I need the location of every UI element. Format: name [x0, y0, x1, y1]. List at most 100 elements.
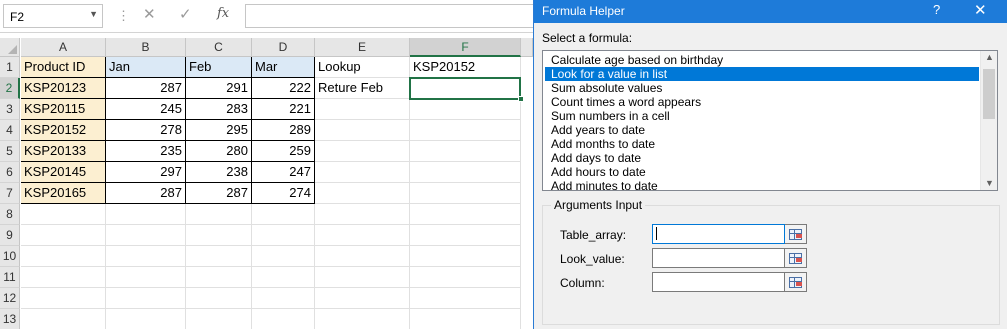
formula-list-item[interactable]: Add days to date [545, 151, 979, 165]
cell-d13[interactable] [252, 309, 315, 329]
cell-a10[interactable] [21, 246, 106, 267]
cell-a3[interactable]: KSP20115 [21, 99, 106, 120]
cell-b8[interactable] [106, 204, 186, 225]
row-header-8[interactable]: 8 [0, 204, 20, 225]
cell-b1[interactable]: Jan [106, 57, 186, 78]
cell-a1[interactable]: Product ID [21, 57, 106, 78]
column-header-b[interactable]: B [106, 38, 186, 57]
cell-e5[interactable] [315, 141, 410, 162]
cell-d4[interactable]: 289 [252, 120, 315, 141]
formula-list-item[interactable]: Add years to date [545, 123, 979, 137]
cell-b5[interactable]: 235 [106, 141, 186, 162]
formula-list[interactable]: Calculate age based on birthday Look for … [542, 50, 998, 191]
formula-input[interactable] [245, 4, 533, 28]
cell-d6[interactable]: 247 [252, 162, 315, 183]
name-box[interactable]: F2 ▼ [3, 4, 103, 28]
column-input[interactable] [652, 272, 785, 292]
cell-e10[interactable] [315, 246, 410, 267]
cell-a5[interactable]: KSP20133 [21, 141, 106, 162]
look-value-input[interactable] [652, 248, 785, 268]
cell-f12[interactable] [410, 288, 521, 309]
cell-c2[interactable]: 291 [186, 78, 252, 99]
cell-d8[interactable] [252, 204, 315, 225]
row-header-12[interactable]: 12 [0, 288, 20, 309]
list-scrollbar[interactable]: ▲ ▼ [980, 51, 997, 190]
row-header-9[interactable]: 9 [0, 225, 20, 246]
cell-c3[interactable]: 283 [186, 99, 252, 120]
column-range-button[interactable] [785, 272, 807, 292]
cell-b2[interactable]: 287 [106, 78, 186, 99]
dialog-title-bar[interactable]: Formula Helper ? ✕ [534, 0, 1007, 23]
column-header-e[interactable]: E [315, 38, 410, 57]
row-header-13[interactable]: 13 [0, 309, 20, 329]
cell-e2[interactable]: Reture Feb [315, 78, 410, 99]
cell-f6[interactable] [410, 162, 521, 183]
chevron-down-icon[interactable]: ▼ [985, 178, 994, 188]
scroll-thumb[interactable] [983, 69, 995, 119]
chevron-up-icon[interactable]: ▲ [985, 52, 994, 62]
cell-c13[interactable] [186, 309, 252, 329]
row-header-1[interactable]: 1 [0, 57, 20, 78]
cell-e4[interactable] [315, 120, 410, 141]
cell-f7[interactable] [410, 183, 521, 204]
cell-d7[interactable]: 274 [252, 183, 315, 204]
cell-d12[interactable] [252, 288, 315, 309]
cell-d11[interactable] [252, 267, 315, 288]
cell-f2[interactable] [410, 78, 521, 99]
cell-e7[interactable] [315, 183, 410, 204]
fill-handle[interactable] [518, 96, 524, 102]
cell-c9[interactable] [186, 225, 252, 246]
cell-c5[interactable]: 280 [186, 141, 252, 162]
cell-c11[interactable] [186, 267, 252, 288]
cell-a11[interactable] [21, 267, 106, 288]
cell-e9[interactable] [315, 225, 410, 246]
cell-d9[interactable] [252, 225, 315, 246]
cell-f4[interactable] [410, 120, 521, 141]
enter-icon[interactable]: ✓ [179, 5, 192, 23]
cell-e3[interactable] [315, 99, 410, 120]
cell-f11[interactable] [410, 267, 521, 288]
cell-c8[interactable] [186, 204, 252, 225]
cell-f3[interactable] [410, 99, 521, 120]
cell-c1[interactable]: Feb [186, 57, 252, 78]
chevron-down-icon[interactable]: ▼ [89, 9, 98, 19]
insert-function-icon[interactable]: fx [217, 6, 229, 21]
row-header-11[interactable]: 11 [0, 267, 20, 288]
close-icon[interactable]: ✕ [974, 1, 987, 19]
column-header-d[interactable]: D [252, 38, 315, 57]
formula-list-item[interactable]: Calculate age based on birthday [545, 53, 979, 67]
cell-f10[interactable] [410, 246, 521, 267]
cell-b3[interactable]: 245 [106, 99, 186, 120]
cell-b13[interactable] [106, 309, 186, 329]
select-all-corner[interactable] [0, 38, 20, 57]
cell-c4[interactable]: 295 [186, 120, 252, 141]
cell-f13[interactable] [410, 309, 521, 329]
cell-e11[interactable] [315, 267, 410, 288]
cell-b11[interactable] [106, 267, 186, 288]
cell-c10[interactable] [186, 246, 252, 267]
column-header-c[interactable]: C [186, 38, 252, 57]
cell-e1[interactable]: Lookup [315, 57, 410, 78]
cell-a13[interactable] [21, 309, 106, 329]
cell-f1[interactable]: KSP20152 [410, 57, 521, 78]
cell-a4[interactable]: KSP20152 [21, 120, 106, 141]
cell-a7[interactable]: KSP20165 [21, 183, 106, 204]
cell-e8[interactable] [315, 204, 410, 225]
cell-d1[interactable]: Mar [252, 57, 315, 78]
cell-e13[interactable] [315, 309, 410, 329]
formula-list-item[interactable]: Add hours to date [545, 165, 979, 179]
column-header-f[interactable]: F [410, 38, 521, 57]
formula-list-item[interactable]: Count times a word appears [545, 95, 979, 109]
row-header-10[interactable]: 10 [0, 246, 20, 267]
cell-f5[interactable] [410, 141, 521, 162]
formula-list-item[interactable]: Add months to date [545, 137, 979, 151]
cancel-icon[interactable]: ✕ [143, 5, 156, 23]
cell-e6[interactable] [315, 162, 410, 183]
column-header-a[interactable]: A [21, 38, 106, 57]
cell-b9[interactable] [106, 225, 186, 246]
cell-b7[interactable]: 287 [106, 183, 186, 204]
cell-f8[interactable] [410, 204, 521, 225]
row-header-6[interactable]: 6 [0, 162, 20, 183]
help-icon[interactable]: ? [933, 2, 940, 17]
cell-d10[interactable] [252, 246, 315, 267]
